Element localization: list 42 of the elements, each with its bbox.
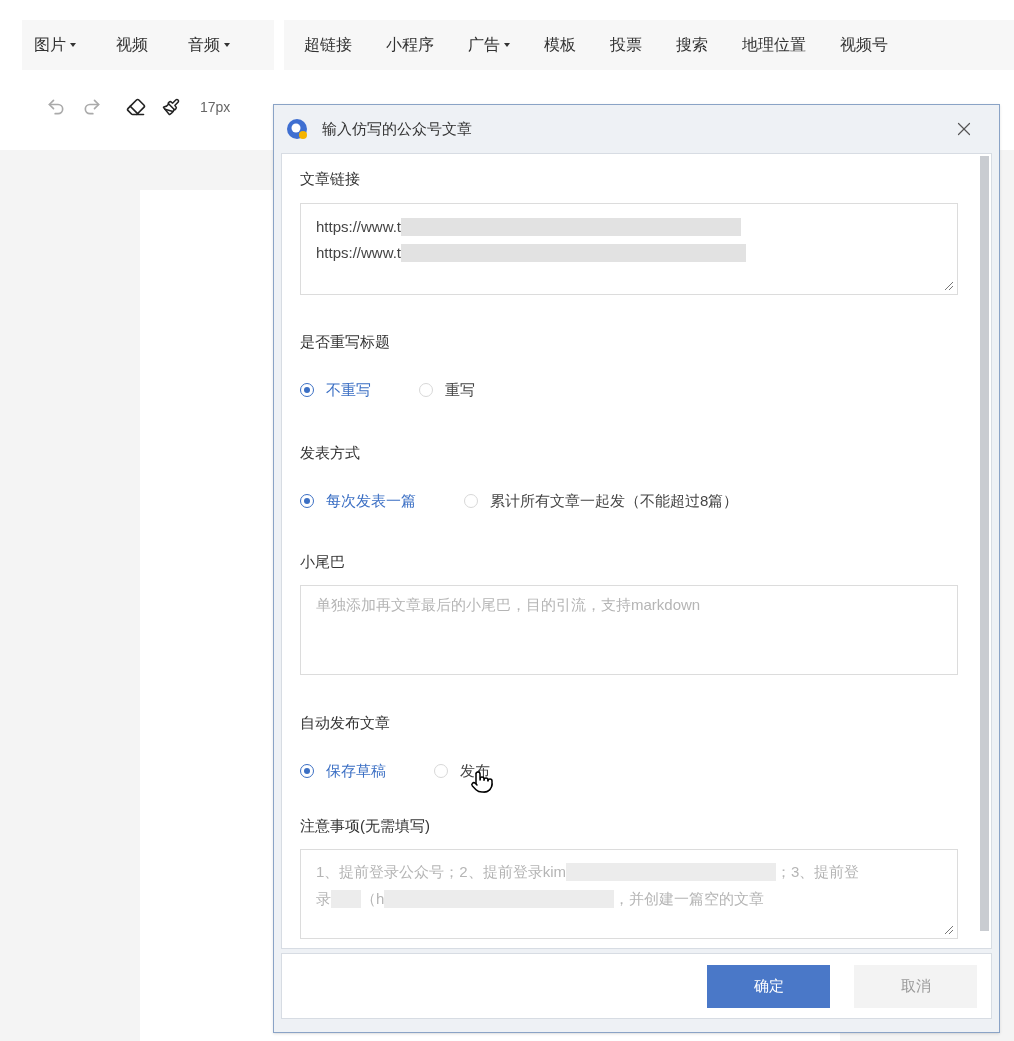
radio-option[interactable]: 保存草稿: [300, 760, 386, 783]
field-label: 文章链接: [300, 169, 361, 189]
notes-text: ；3、提前登: [776, 862, 860, 882]
resize-handle-icon[interactable]: [944, 280, 954, 291]
link-line: https://www.t: [316, 216, 402, 237]
field-label: 自动发布文章: [300, 712, 391, 733]
field-label: 注意事项(无需填写): [300, 815, 431, 836]
radio-option[interactable]: 重写: [419, 379, 475, 402]
undo-icon[interactable]: [46, 97, 66, 117]
menu-item[interactable]: 搜索: [676, 33, 708, 57]
menu-item[interactable]: 投票: [610, 33, 642, 57]
radio-option[interactable]: 累计所有文章一起发（不能超过8篇）: [464, 490, 739, 513]
brush-icon[interactable]: [162, 98, 180, 116]
menu-item[interactable]: 视频号: [840, 33, 888, 57]
notes-text: 录: [316, 889, 331, 909]
link-line: https://www.t: [316, 242, 402, 263]
radio-option[interactable]: 不重写: [300, 379, 371, 402]
link-textarea[interactable]: https://www.t https://www.t: [300, 202, 958, 295]
app-logo-icon: [286, 118, 308, 140]
scrollbar[interactable]: [980, 156, 989, 931]
menu-item[interactable]: 广告: [468, 33, 500, 57]
resize-handle-icon[interactable]: [944, 925, 954, 935]
font-size-select[interactable]: 17px: [200, 96, 231, 118]
eraser-icon[interactable]: [126, 97, 146, 117]
radio-option[interactable]: 每次发表一篇: [300, 490, 416, 513]
menu-item[interactable]: 图片: [34, 33, 66, 57]
notes-text: ，并创建一篇空的文章: [614, 889, 765, 909]
notes-text: 1、提前登录公众号；2、提前登录kim: [316, 862, 566, 882]
menu-item[interactable]: 音频: [188, 33, 220, 57]
dialog-title: 输入仿写的公众号文章: [322, 118, 472, 139]
field-label: 小尾巴: [300, 551, 346, 572]
menu-item[interactable]: 模板: [544, 33, 576, 57]
field-label: 发表方式: [300, 442, 361, 463]
menu-item[interactable]: 超链接: [304, 33, 352, 57]
tail-textarea[interactable]: 单独添加再文章最后的小尾巴，目的引流，支持markdown: [300, 585, 958, 675]
redo-icon[interactable]: [82, 97, 102, 117]
menu-item[interactable]: 地理位置: [742, 33, 806, 57]
menu-item[interactable]: 视频: [116, 33, 148, 57]
notes-text: （h: [361, 889, 385, 909]
confirm-button[interactable]: 确定: [707, 964, 830, 1008]
field-label: 是否重写标题: [300, 331, 391, 352]
menu-item[interactable]: 小程序: [386, 33, 434, 57]
